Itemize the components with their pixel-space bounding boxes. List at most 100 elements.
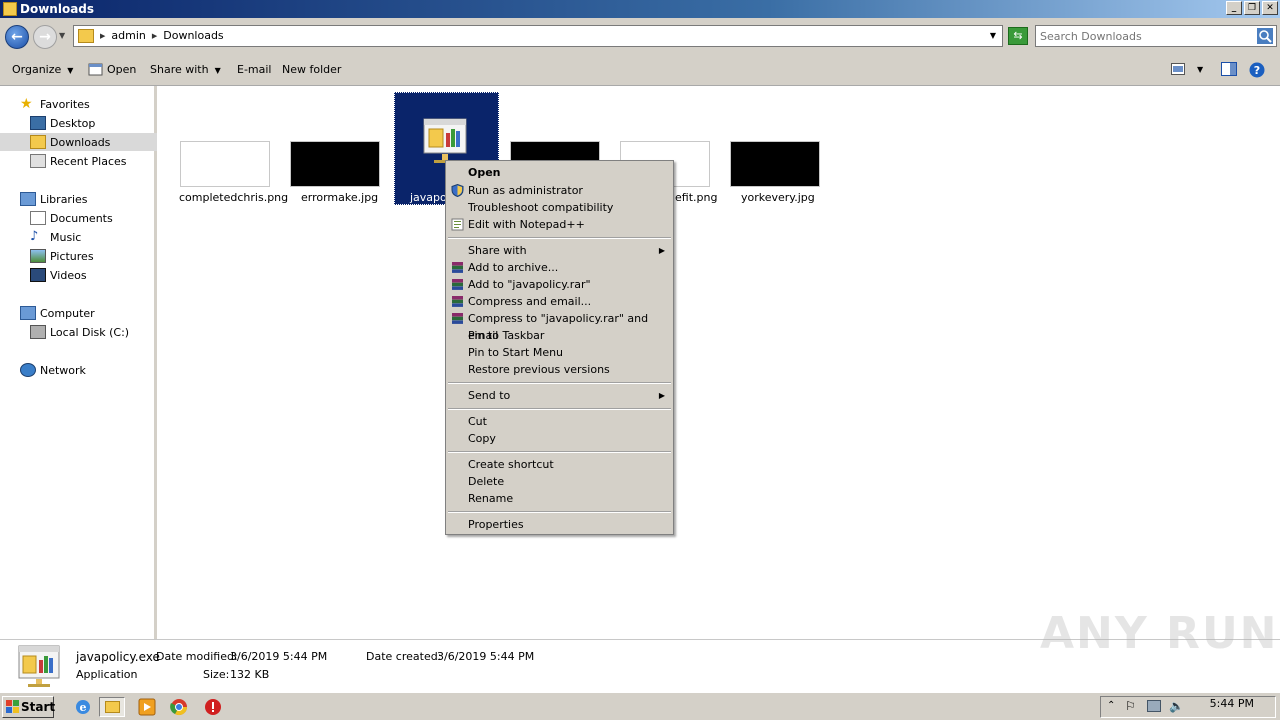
- nav-desktop[interactable]: Desktop: [30, 114, 95, 132]
- share-with-label: Share with: [150, 63, 209, 76]
- file-thumbnail-errormake[interactable]: [290, 141, 380, 187]
- action-center-flag-icon[interactable]: ⚐: [1125, 699, 1136, 713]
- breadcrumb-arrow-icon[interactable]: ▶: [100, 32, 105, 40]
- star-icon: ★: [20, 96, 33, 112]
- details-date-created-label: Date created:: [366, 650, 442, 663]
- media-player-icon[interactable]: [134, 697, 160, 717]
- network-icon: [20, 363, 36, 377]
- file-label-completedchris[interactable]: completedchris.png: [179, 191, 288, 204]
- nav-downloads-label: Downloads: [50, 135, 111, 149]
- email-button[interactable]: E-mail: [237, 63, 272, 76]
- submenu-arrow-icon: ▶: [658, 391, 665, 400]
- preview-pane-icon[interactable]: [1221, 62, 1237, 76]
- file-thumbnail-completedchris[interactable]: [180, 141, 270, 187]
- file-label-javapolicy[interactable]: javapol: [410, 191, 450, 204]
- menu-pin-start[interactable]: Pin to Start Menu: [446, 344, 673, 361]
- application-icon: [18, 645, 60, 687]
- forward-button[interactable]: →: [33, 25, 57, 49]
- menu-edit-notepad[interactable]: Edit with Notepad++: [446, 216, 673, 233]
- menu-add-archive[interactable]: Add to archive...: [446, 259, 673, 276]
- context-menu: Open Run as administrator Troubleshoot c…: [445, 160, 674, 535]
- file-label-errormake[interactable]: errormake.jpg: [301, 191, 378, 204]
- nav-downloads[interactable]: Downloads: [0, 133, 157, 151]
- breadcrumb-arrow-icon[interactable]: ▶: [152, 32, 157, 40]
- menu-share-with[interactable]: Share with ▶: [446, 242, 673, 259]
- menu-open[interactable]: Open: [446, 164, 673, 181]
- close-button[interactable]: ✕: [1262, 1, 1278, 15]
- nav-local-disk[interactable]: Local Disk (C:): [30, 323, 129, 341]
- file-label-yorkevery[interactable]: yorkevery.jpg: [741, 191, 815, 204]
- recent-pages-dropdown-icon[interactable]: ▼: [59, 31, 65, 40]
- new-folder-button[interactable]: New folder: [282, 63, 341, 76]
- search-icon[interactable]: [1257, 28, 1273, 44]
- start-label: Start: [21, 700, 56, 714]
- file-label-efit[interactable]: efit.png: [675, 191, 717, 204]
- menu-compress-email[interactable]: Compress and email...: [446, 293, 673, 310]
- open-button[interactable]: Open: [107, 63, 136, 76]
- recent-places-icon: [30, 154, 46, 168]
- organize-menu[interactable]: Organize ▼: [12, 63, 73, 76]
- menu-troubleshoot[interactable]: Troubleshoot compatibility: [446, 199, 673, 216]
- change-view-icon[interactable]: [1171, 63, 1185, 75]
- menu-send-to[interactable]: Send to ▶: [446, 387, 673, 404]
- submenu-arrow-icon: ▶: [658, 246, 665, 255]
- nav-favorites-label: Favorites: [40, 97, 90, 111]
- nav-recent-places[interactable]: Recent Places: [30, 152, 127, 170]
- nav-music[interactable]: ♪ Music: [30, 228, 81, 246]
- network-tray-icon[interactable]: [1147, 700, 1161, 712]
- nav-documents[interactable]: Documents: [30, 209, 113, 227]
- share-with-menu[interactable]: Share with ▼: [150, 63, 221, 76]
- menu-separator: [448, 511, 671, 513]
- menu-restore-versions[interactable]: Restore previous versions: [446, 361, 673, 378]
- music-icon: ♪: [30, 229, 39, 244]
- breadcrumb: ▶ admin ▶ Downloads: [100, 29, 224, 42]
- nav-videos[interactable]: Videos: [30, 266, 87, 284]
- breadcrumb-downloads[interactable]: Downloads: [163, 29, 223, 42]
- nav-libraries[interactable]: Libraries: [20, 190, 88, 208]
- nav-favorites[interactable]: ★ Favorites: [20, 95, 90, 113]
- winrar-icon: [452, 262, 463, 273]
- internet-explorer-icon[interactable]: e: [70, 697, 96, 717]
- address-dropdown-icon[interactable]: ▼: [990, 31, 996, 40]
- menu-pin-taskbar[interactable]: Pin to Taskbar: [446, 327, 673, 344]
- file-thumbnail-yorkevery[interactable]: [730, 141, 820, 187]
- nav-computer[interactable]: Computer: [20, 304, 95, 322]
- start-button[interactable]: Start: [2, 696, 56, 718]
- menu-copy[interactable]: Copy: [446, 430, 673, 447]
- menu-delete[interactable]: Delete: [446, 473, 673, 490]
- back-button[interactable]: ←: [5, 25, 29, 49]
- volume-icon[interactable]: 🔈: [1169, 699, 1184, 713]
- menu-rename[interactable]: Rename: [446, 490, 673, 507]
- explorer-taskbar-button[interactable]: [99, 697, 125, 717]
- menu-cut[interactable]: Cut: [446, 413, 673, 430]
- folder-icon: [78, 29, 94, 43]
- menu-separator: [448, 237, 671, 239]
- menu-compress-rar-email[interactable]: Compress to "javapolicy.rar" and email: [446, 310, 673, 342]
- menu-send-to-label: Send to: [468, 389, 511, 402]
- minimize-button[interactable]: _: [1226, 1, 1242, 15]
- menu-share-with-label: Share with: [468, 244, 527, 257]
- nav-pictures[interactable]: Pictures: [30, 247, 94, 265]
- menu-properties[interactable]: Properties: [446, 516, 673, 533]
- menu-create-shortcut[interactable]: Create shortcut: [446, 456, 673, 473]
- file-thumbnail-hidden[interactable]: [510, 141, 600, 161]
- chrome-icon[interactable]: [166, 697, 192, 717]
- breadcrumb-admin[interactable]: admin: [111, 29, 145, 42]
- nav-network[interactable]: Network: [20, 361, 86, 379]
- nav-music-label: Music: [50, 230, 82, 244]
- taskbar-clock[interactable]: 5:44 PM: [1210, 697, 1254, 710]
- menu-run-as-admin[interactable]: Run as administrator: [446, 182, 673, 199]
- search-box[interactable]: [1035, 25, 1277, 47]
- security-app-icon[interactable]: [200, 697, 226, 717]
- menu-separator: [448, 408, 671, 410]
- search-input[interactable]: [1040, 28, 1250, 44]
- help-icon[interactable]: ?: [1249, 62, 1265, 78]
- refresh-icon[interactable]: ⇆: [1008, 27, 1028, 45]
- nav-local-disk-label: Local Disk (C:): [50, 325, 130, 339]
- view-dropdown-icon[interactable]: ▼: [1197, 65, 1203, 74]
- menu-add-rar[interactable]: Add to "javapolicy.rar": [446, 276, 673, 293]
- show-hidden-icons-icon[interactable]: ⌃: [1107, 700, 1115, 711]
- address-bar[interactable]: ▶ admin ▶ Downloads ▼: [73, 25, 1003, 47]
- restore-button[interactable]: ❐: [1244, 1, 1260, 15]
- details-date-modified-label: Date modified:: [156, 650, 238, 663]
